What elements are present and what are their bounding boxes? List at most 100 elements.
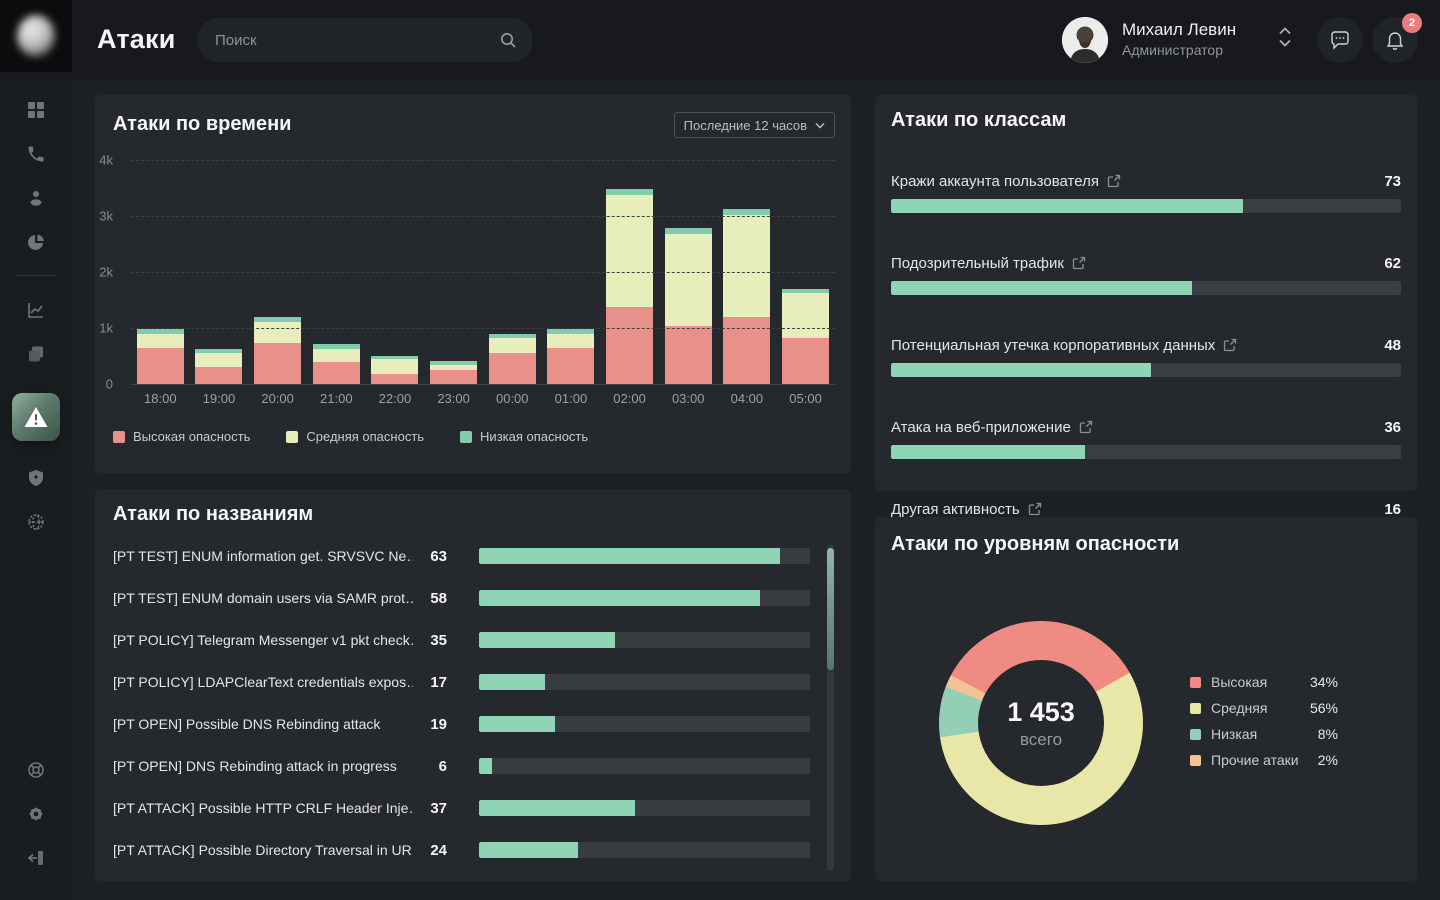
class-item-label[interactable]: Другая активность [891, 501, 1020, 518]
sidebar-item-support[interactable] [0, 748, 72, 792]
severity-legend-row: Низкая8% [1190, 721, 1338, 747]
layers-icon [26, 344, 46, 364]
class-item-label[interactable]: Атака на веб-приложение [891, 419, 1071, 436]
legend-label: Низкая опасность [480, 429, 588, 444]
sidebar-item-settings[interactable] [0, 792, 72, 836]
sidebar-item-attacks-active[interactable] [12, 393, 60, 441]
class-item: Потенциальная утечка корпоративных данны… [891, 335, 1401, 401]
attack-name-row[interactable]: [PT TEST] ENUM domain users via SAMR pro… [113, 577, 810, 619]
attack-name-row[interactable]: [PT OPEN] Possible DNS Rebinding attack1… [113, 703, 810, 745]
sidebar-item-users[interactable] [0, 176, 72, 220]
logo-icon [17, 15, 55, 57]
sidebar-item-calls[interactable] [0, 132, 72, 176]
names-scrollbar-thumb[interactable] [827, 548, 834, 670]
sidebar-item-protection[interactable] [0, 456, 72, 500]
attack-name-row[interactable]: [PT ATTACK] Possible HTTP CRLF Header In… [113, 787, 810, 829]
time-chart-bar-segment [137, 334, 184, 348]
external-link-icon[interactable] [1079, 420, 1093, 434]
severity-legend-pct: 34% [1310, 674, 1338, 690]
class-item-bar-fill [891, 281, 1192, 295]
class-item-header: Другая активность16 [891, 499, 1401, 519]
app-logo[interactable] [0, 0, 72, 72]
time-chart-x-tick: 01:00 [542, 391, 600, 406]
time-range-value: Последние 12 часов [684, 118, 807, 133]
external-link-icon[interactable] [1072, 256, 1086, 270]
search-input[interactable] [215, 32, 499, 49]
severity-panel-title: Атаки по уровням опасности [891, 533, 1179, 556]
attack-name-row[interactable]: [PT OPEN] DNS Rebinding attack in progre… [113, 745, 810, 787]
severity-legend-label: Низкая [1211, 726, 1257, 742]
class-item-bar-fill [891, 199, 1243, 213]
attack-name-bar-track [479, 758, 810, 774]
time-chart-x-tick: 03:00 [659, 391, 717, 406]
class-item-label[interactable]: Подозрительный трафик [891, 255, 1064, 272]
class-item-value: 62 [1384, 255, 1401, 272]
sidebar-item-analytics[interactable] [0, 288, 72, 332]
sidebar-item-logout[interactable] [0, 836, 72, 880]
external-link-icon[interactable] [1107, 174, 1121, 188]
time-chart-bar [547, 329, 594, 384]
attack-name-row[interactable]: [PT POLICY] LDAPClearText credentials ex… [113, 661, 810, 703]
time-chart-y-tick: 0 [91, 377, 113, 392]
attack-name-row[interactable]: [PT ATTACK] Possible Directory Traversal… [113, 829, 810, 871]
user-info[interactable]: Михаил Левин Администратор [1122, 19, 1236, 60]
severity-legend-swatch [1190, 755, 1201, 766]
class-item-label[interactable]: Потенциальная утечка корпоративных данны… [891, 337, 1215, 354]
classes-panel-title: Атаки по классам [891, 109, 1066, 132]
attack-name-bar-fill [479, 632, 615, 648]
time-chart-bar-segment [371, 374, 418, 384]
time-chart-bar-segment [254, 343, 301, 384]
sidebar-item-reports[interactable] [0, 220, 72, 264]
messages-button[interactable] [1317, 17, 1363, 63]
severity-legend-swatch [1190, 677, 1201, 688]
sidebar-item-network[interactable] [0, 500, 72, 544]
attack-name-bar-fill [479, 548, 780, 564]
severity-legend-swatch [1190, 729, 1201, 740]
attack-name-row[interactable]: [PT POLICY] Telegram Messenger v1 pkt ch… [113, 619, 810, 661]
attack-name-bar-fill [479, 842, 578, 858]
time-chart-bar [665, 228, 712, 384]
notifications-button[interactable]: 2 [1372, 17, 1418, 63]
attacks-by-name-panel: Атаки по названиям [PT TEST] ENUM inform… [95, 489, 851, 881]
time-chart-bar-segment [665, 234, 712, 326]
legend-swatch [460, 431, 472, 443]
class-item: Подозрительный трафик 62 [891, 253, 1401, 319]
search-icon[interactable] [499, 31, 517, 49]
attack-name-label: [PT POLICY] LDAPClearText credentials ex… [113, 674, 413, 690]
time-chart-bar [371, 356, 418, 384]
attack-name-bar-track [479, 632, 810, 648]
sidebar-item-events[interactable] [0, 332, 72, 376]
time-chart-bar-segment [782, 293, 829, 338]
severity-total-value: 1 453 [1007, 697, 1075, 728]
time-chart-bar-segment [195, 353, 242, 367]
network-globe-icon [26, 512, 46, 532]
search-box[interactable] [197, 18, 533, 62]
severity-legend-swatch [1190, 703, 1201, 714]
class-item-bar-track [891, 199, 1401, 213]
external-link-icon[interactable] [1028, 502, 1042, 516]
time-chart-bar-segment [489, 338, 536, 353]
attacks-by-severity-panel: Атаки по уровням опасности 1 453 всего В… [875, 517, 1417, 881]
topbar: Атаки Михаил Левин Администратор [0, 0, 1440, 80]
time-chart-gridline [131, 272, 835, 273]
external-link-icon[interactable] [1223, 338, 1237, 352]
class-item-header: Атака на веб-приложение36 [891, 417, 1401, 437]
attack-name-bar-fill [479, 716, 555, 732]
line-chart-icon [26, 300, 46, 320]
attack-name-row[interactable]: [PT TEST] ENUM information get. SRVSVC N… [113, 535, 810, 577]
user-icon [26, 188, 46, 208]
time-chart-bar [430, 361, 477, 384]
attacks-by-time-panel: Атаки по времени Последние 12 часов 4k3k… [95, 95, 851, 473]
names-scrollbar-track[interactable] [827, 545, 834, 871]
time-chart-bar-segment [547, 348, 594, 384]
time-chart-gridline [131, 384, 835, 385]
time-range-dropdown[interactable]: Последние 12 часов [674, 112, 835, 138]
time-chart-bar-segment [547, 334, 594, 348]
attacks-by-class-panel: Атаки по классам Кражи аккаунта пользова… [875, 95, 1417, 491]
time-chart-bar-segment [606, 195, 653, 307]
sidebar-item-dashboard[interactable] [0, 88, 72, 132]
time-chart-bar-segment [371, 359, 418, 374]
avatar[interactable] [1062, 17, 1108, 63]
class-item-label[interactable]: Кражи аккаунта пользователя [891, 173, 1099, 190]
user-menu-toggle[interactable] [1276, 27, 1294, 53]
